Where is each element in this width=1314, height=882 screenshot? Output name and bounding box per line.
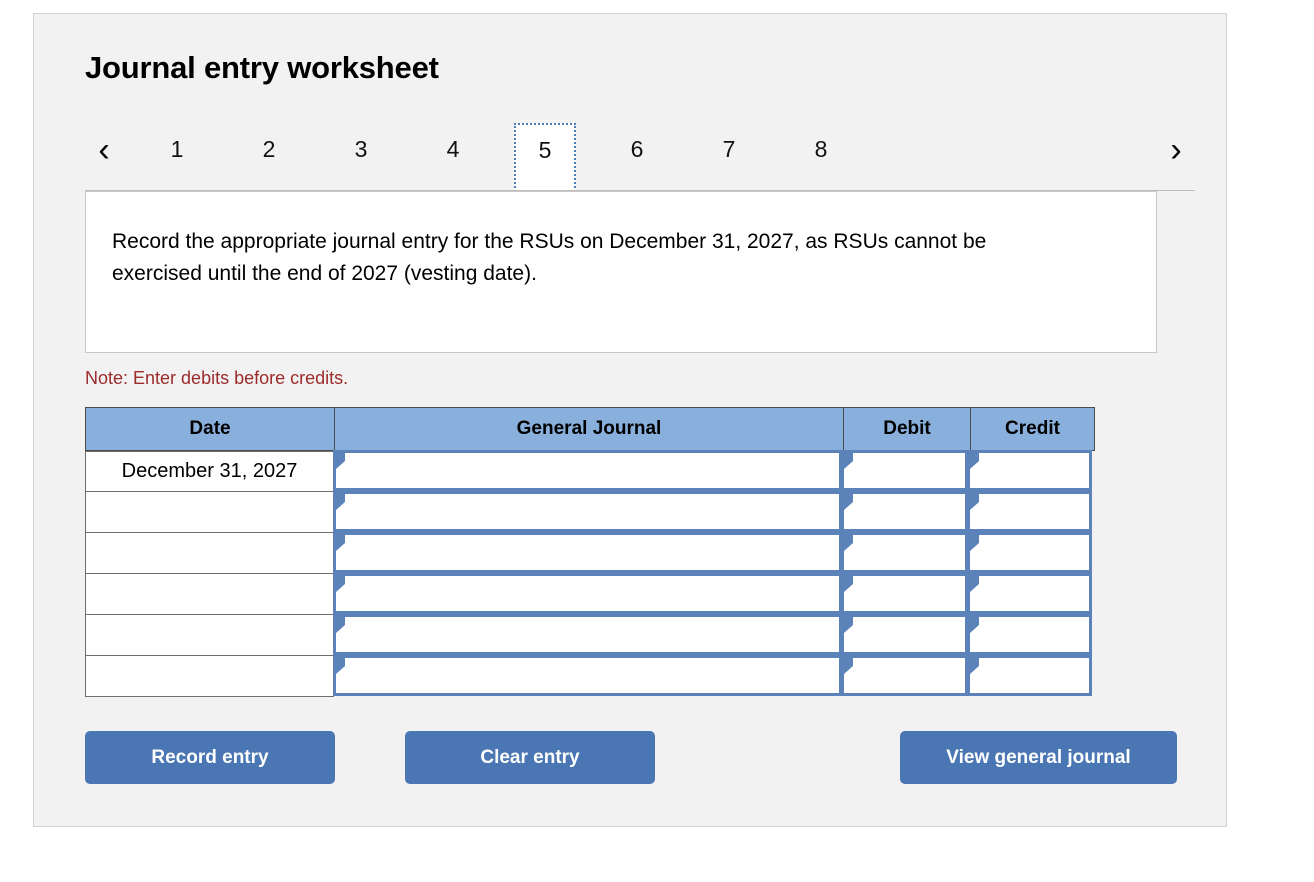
view-general-journal-button[interactable]: View general journal: [900, 731, 1177, 784]
worksheet-tab-5[interactable]: 5: [514, 123, 576, 199]
column-header-general-journal: General Journal: [334, 407, 843, 451]
cell-general-journal-input[interactable]: [333, 491, 842, 532]
cell-general-journal-input[interactable]: [333, 655, 842, 696]
cell-date: [85, 574, 334, 615]
cell-debit-input[interactable]: [841, 573, 968, 614]
column-header-debit: Debit: [843, 407, 970, 451]
cell-date: [85, 492, 334, 533]
cell-general-journal-input[interactable]: [333, 532, 842, 573]
instruction-text: Record the appropriate journal entry for…: [112, 230, 987, 285]
cell-credit-input[interactable]: [967, 573, 1092, 614]
cell-general-journal-input[interactable]: [333, 573, 842, 614]
cell-debit-input[interactable]: [841, 491, 968, 532]
cell-credit-input[interactable]: [967, 532, 1092, 573]
cell-credit-input[interactable]: [967, 450, 1092, 491]
table-row: [85, 573, 1095, 615]
cell-debit-input[interactable]: [841, 450, 968, 491]
cell-date: [85, 533, 334, 574]
column-header-date: Date: [85, 407, 334, 451]
worksheet-tab-4[interactable]: 4: [422, 123, 484, 175]
cell-general-journal-input[interactable]: [333, 450, 842, 491]
chevron-left-icon[interactable]: ‹: [85, 129, 123, 171]
table-header-row: Date General Journal Debit Credit: [85, 407, 1095, 451]
instruction-panel: Record the appropriate journal entry for…: [85, 191, 1157, 353]
journal-entry-worksheet-card: Journal entry worksheet ‹ › 12345678 Rec…: [33, 13, 1227, 827]
table-body: December 31, 2027: [85, 450, 1095, 697]
record-entry-button[interactable]: Record entry: [85, 731, 335, 784]
worksheet-tab-3[interactable]: 3: [330, 123, 392, 175]
worksheet-tab-strip: ‹ › 12345678: [85, 115, 1195, 199]
debits-before-credits-note: Note: Enter debits before credits.: [85, 368, 349, 388]
chevron-right-icon[interactable]: ›: [1157, 129, 1195, 171]
cell-debit-input[interactable]: [841, 614, 968, 655]
worksheet-tab-7[interactable]: 7: [698, 123, 760, 175]
cell-date: December 31, 2027: [85, 451, 334, 492]
page-title: Journal entry worksheet: [85, 50, 439, 85]
worksheet-tab-1[interactable]: 1: [146, 123, 208, 175]
table-row: [85, 655, 1095, 697]
worksheet-tab-8[interactable]: 8: [790, 123, 852, 175]
worksheet-tab-2[interactable]: 2: [238, 123, 300, 175]
cell-credit-input[interactable]: [967, 655, 1092, 696]
cell-credit-input[interactable]: [967, 614, 1092, 655]
table-row: [85, 491, 1095, 533]
journal-entry-table: Date General Journal Debit Credit Decemb…: [85, 407, 1095, 697]
worksheet-tab-6[interactable]: 6: [606, 123, 668, 175]
table-row: December 31, 2027: [85, 450, 1095, 492]
cell-date: [85, 615, 334, 656]
cell-debit-input[interactable]: [841, 655, 968, 696]
clear-entry-button[interactable]: Clear entry: [405, 731, 655, 784]
cell-general-journal-input[interactable]: [333, 614, 842, 655]
cell-debit-input[interactable]: [841, 532, 968, 573]
table-row: [85, 614, 1095, 656]
cell-date: [85, 656, 334, 697]
table-row: [85, 532, 1095, 574]
cell-credit-input[interactable]: [967, 491, 1092, 532]
column-header-credit: Credit: [970, 407, 1095, 451]
